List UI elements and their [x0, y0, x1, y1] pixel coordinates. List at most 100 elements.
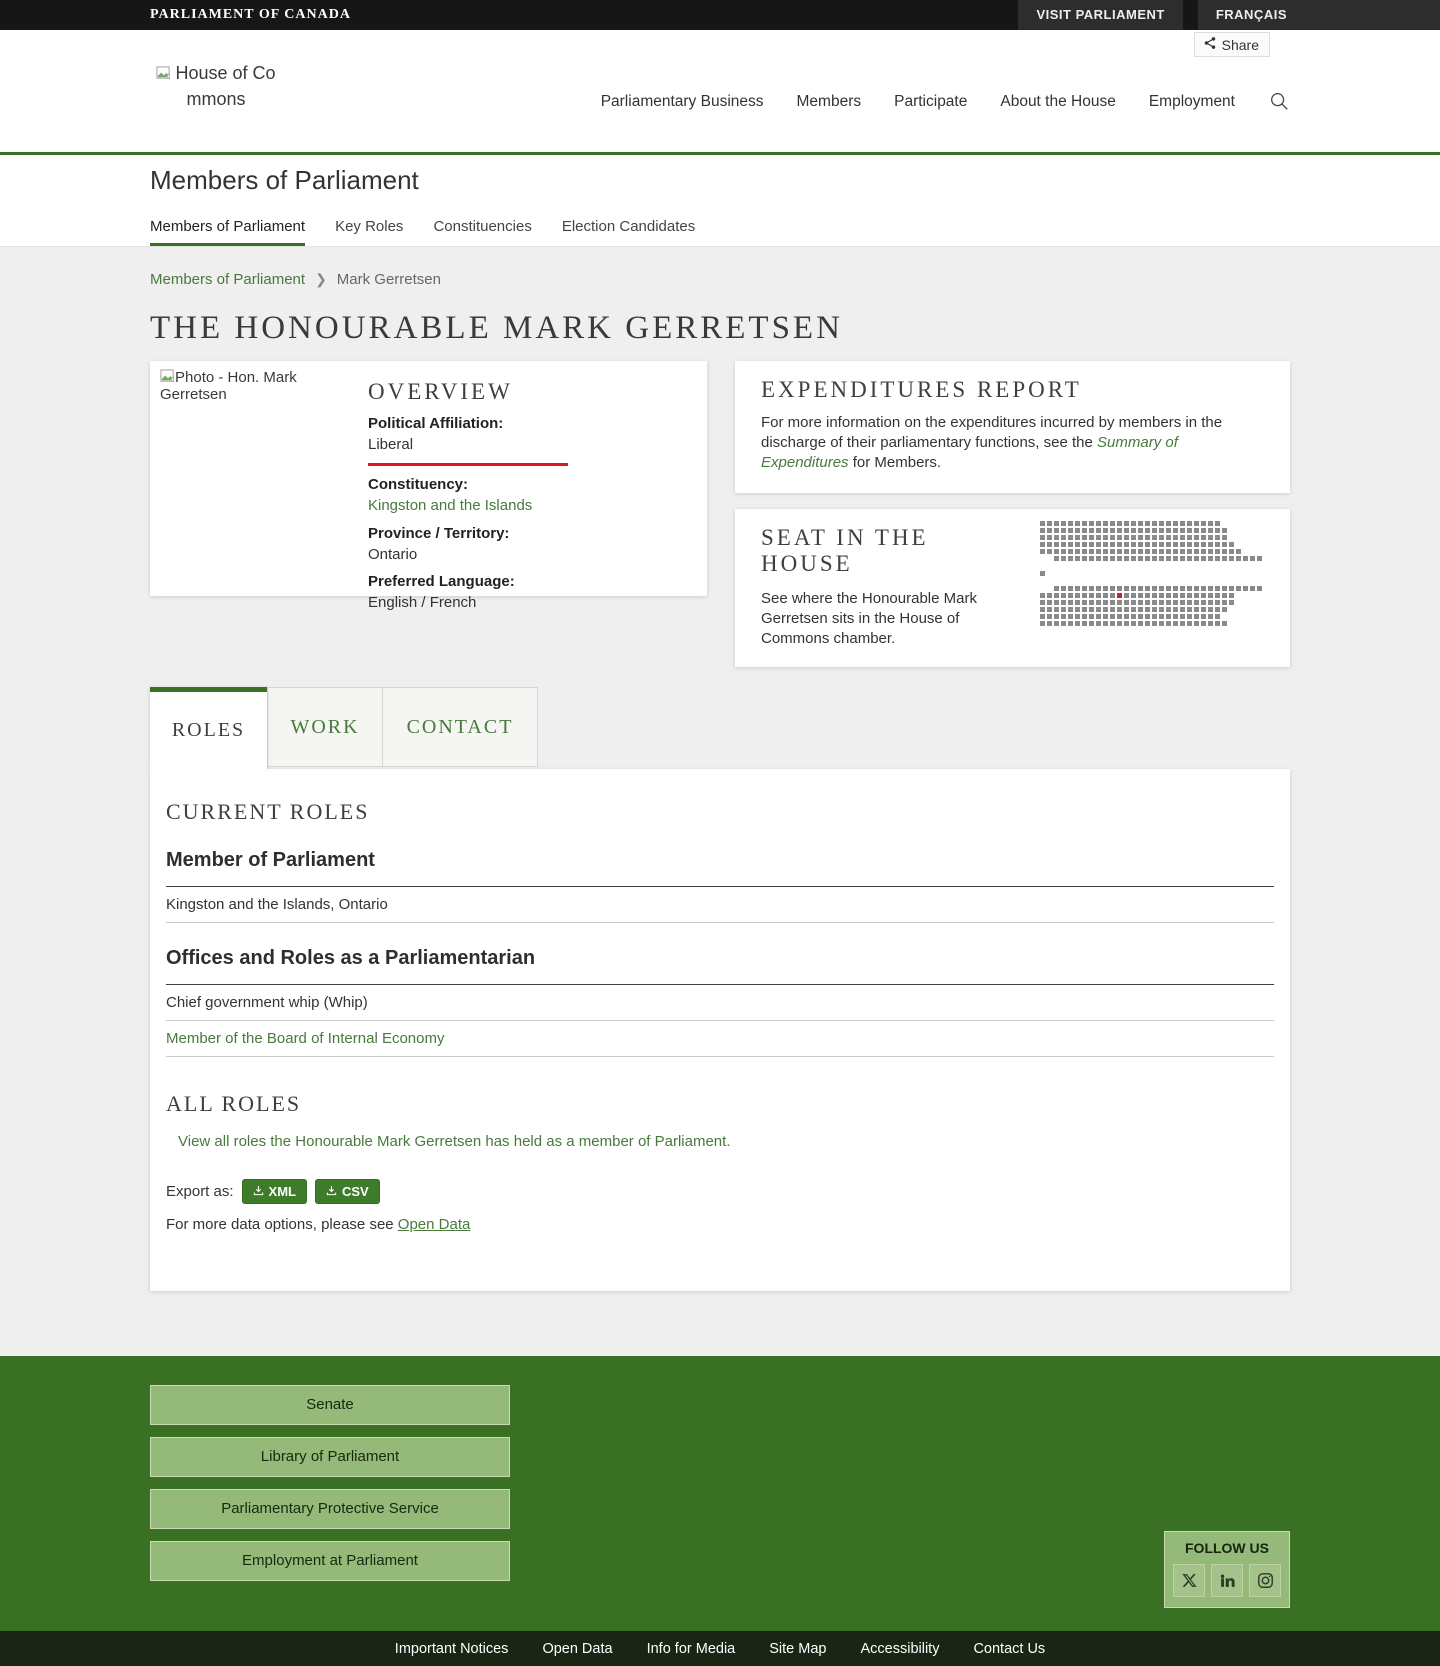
seat-square — [1047, 621, 1052, 626]
seat-square — [1103, 521, 1108, 526]
instagram-icon[interactable] — [1249, 1564, 1281, 1597]
expenditures-heading: EXPENDITURES REPORT — [761, 377, 1264, 403]
footer-button-protective-service[interactable]: Parliamentary Protective Service — [150, 1489, 510, 1529]
seat-square — [1082, 600, 1087, 605]
seat-square — [1054, 607, 1059, 612]
seat-square — [1054, 593, 1059, 598]
seat-square — [1152, 614, 1157, 619]
seat-square — [1166, 528, 1171, 533]
search-button[interactable] — [1268, 90, 1290, 115]
expenditures-text: For more information on the expenditures… — [761, 413, 1264, 473]
link-info-for-media[interactable]: Info for Media — [647, 1641, 736, 1657]
seat-square — [1054, 614, 1059, 619]
seat-square — [1089, 556, 1094, 561]
section-tabs: Members of Parliament Key Roles Constitu… — [150, 218, 1290, 246]
visit-parliament-link[interactable]: VISIT PARLIAMENT — [1018, 0, 1182, 30]
seat-square — [1257, 556, 1262, 561]
house-of-commons-logo[interactable]: House of Commons — [150, 60, 282, 152]
seat-square — [1229, 556, 1234, 561]
seat-square — [1152, 528, 1157, 533]
seat-square — [1089, 607, 1094, 612]
seat-square — [1047, 535, 1052, 540]
seat-square — [1173, 593, 1178, 598]
seat-square — [1047, 607, 1052, 612]
nav-participate[interactable]: Participate — [894, 93, 967, 111]
seat-square — [1131, 535, 1136, 540]
seating-chart[interactable] — [1040, 521, 1264, 649]
seat-square — [1187, 528, 1192, 533]
tab-election-candidates[interactable]: Election Candidates — [562, 218, 695, 246]
nav-members[interactable]: Members — [797, 93, 862, 111]
footer-button-library[interactable]: Library of Parliament — [150, 1437, 510, 1477]
seat-square — [1222, 549, 1227, 554]
nav-employment[interactable]: Employment — [1149, 93, 1235, 111]
export-xml-button[interactable]: XML — [242, 1179, 307, 1204]
seat-square — [1180, 614, 1185, 619]
share-button[interactable]: Share — [1194, 32, 1270, 57]
open-data-link[interactable]: Open Data — [398, 1216, 471, 1233]
seat-square — [1201, 528, 1206, 533]
offices-roles-heading: Offices and Roles as a Parliamentarian — [166, 947, 1274, 985]
seat-square — [1082, 593, 1087, 598]
footer-button-senate[interactable]: Senate — [150, 1385, 510, 1425]
tab-contact[interactable]: CONTACT — [383, 687, 538, 767]
detail-tabs: ROLES WORK CONTACT — [150, 687, 1290, 769]
seat-square — [1089, 549, 1094, 554]
seat-square — [1208, 593, 1213, 598]
nav-parliamentary-business[interactable]: Parliamentary Business — [601, 93, 764, 111]
tab-members-of-parliament[interactable]: Members of Parliament — [150, 218, 305, 246]
seat-square — [1159, 535, 1164, 540]
seat-square — [1117, 600, 1122, 605]
seat-square — [1215, 542, 1220, 547]
link-important-notices[interactable]: Important Notices — [395, 1641, 509, 1657]
seat-square — [1180, 528, 1185, 533]
tab-work[interactable]: WORK — [267, 687, 383, 767]
seat-square — [1152, 521, 1157, 526]
breadcrumb-members-of-parliament[interactable]: Members of Parliament — [150, 271, 305, 288]
seat-square — [1145, 607, 1150, 612]
language-toggle-francais[interactable]: FRANÇAIS — [1198, 0, 1305, 30]
seat-square — [1103, 621, 1108, 626]
seat-square — [1110, 593, 1115, 598]
political-affiliation-label: Political Affiliation: — [368, 415, 697, 432]
linkedin-icon[interactable] — [1211, 1564, 1243, 1597]
seat-square — [1117, 542, 1122, 547]
seat-square — [1194, 586, 1199, 591]
view-all-roles-link[interactable]: View all roles the Honourable Mark Gerre… — [178, 1133, 731, 1150]
seat-square — [1061, 614, 1066, 619]
seat-square — [1201, 593, 1206, 598]
x-twitter-icon[interactable] — [1173, 1564, 1205, 1597]
footer-button-employment[interactable]: Employment at Parliament — [150, 1541, 510, 1581]
board-of-internal-economy-link[interactable]: Member of the Board of Internal Economy — [166, 1030, 444, 1047]
seat-square — [1082, 556, 1087, 561]
seat-square — [1138, 535, 1143, 540]
seat-square — [1075, 600, 1080, 605]
seat-square — [1040, 600, 1045, 605]
seat-square — [1075, 593, 1080, 598]
seat-square — [1047, 542, 1052, 547]
tab-constituencies[interactable]: Constituencies — [433, 218, 531, 246]
tab-key-roles[interactable]: Key Roles — [335, 218, 403, 246]
seat-square — [1145, 614, 1150, 619]
member-photo-placeholder: Photo - Hon. Mark Gerretsen — [160, 369, 358, 588]
link-site-map[interactable]: Site Map — [769, 1641, 826, 1657]
link-accessibility[interactable]: Accessibility — [860, 1641, 939, 1657]
seat-square — [1103, 549, 1108, 554]
seat-square — [1082, 621, 1087, 626]
seat-square — [1180, 600, 1185, 605]
constituency-link[interactable]: Kingston and the Islands — [368, 497, 532, 514]
seat-square — [1124, 600, 1129, 605]
tab-roles[interactable]: ROLES — [150, 687, 267, 769]
seat-square — [1096, 607, 1101, 612]
seat-square — [1173, 528, 1178, 533]
link-open-data[interactable]: Open Data — [542, 1641, 612, 1657]
seat-square — [1187, 556, 1192, 561]
nav-about-the-house[interactable]: About the House — [1000, 93, 1115, 111]
seat-square — [1159, 542, 1164, 547]
link-contact-us[interactable]: Contact Us — [973, 1641, 1045, 1657]
seat-square — [1047, 528, 1052, 533]
section-title: Members of Parliament — [150, 155, 1290, 196]
seat-square — [1222, 556, 1227, 561]
seat-square — [1173, 521, 1178, 526]
export-csv-button[interactable]: CSV — [315, 1179, 380, 1204]
